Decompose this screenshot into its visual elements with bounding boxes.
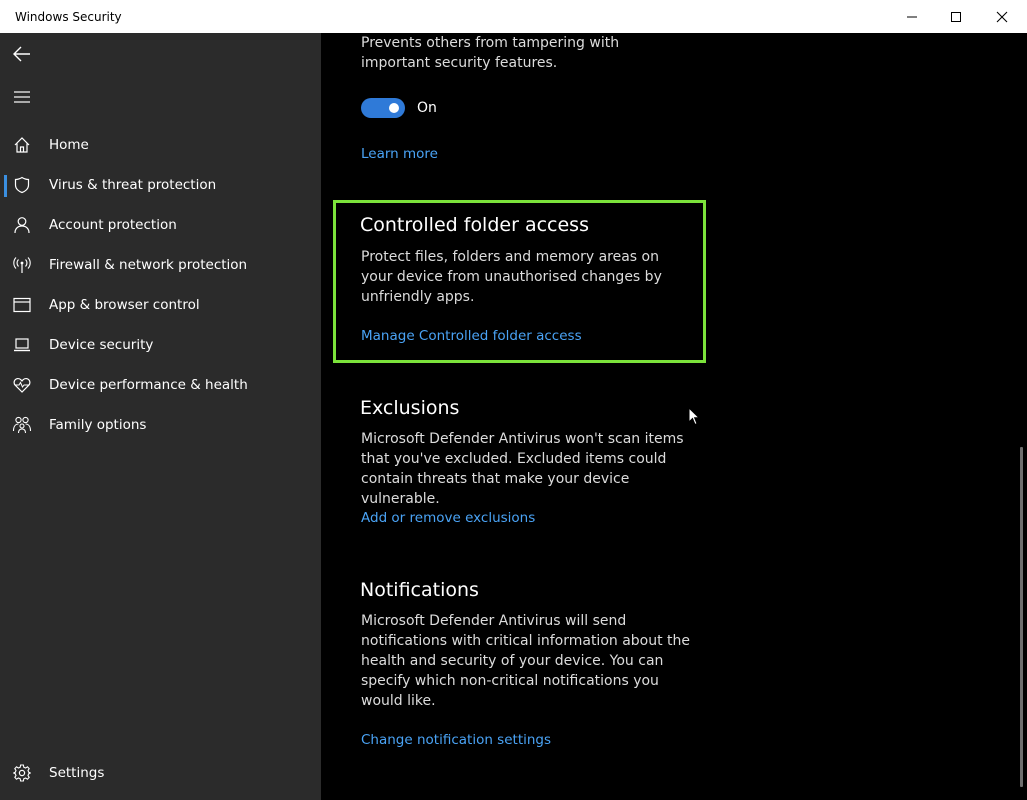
- sidebar-item-label: Home: [49, 137, 89, 153]
- browser-window-icon: [12, 295, 32, 315]
- sidebar-item-label: App & browser control: [49, 297, 200, 313]
- family-icon: [12, 415, 32, 435]
- sidebar-item-app-browser-control[interactable]: App & browser control: [0, 285, 321, 325]
- minimize-icon: [907, 16, 917, 17]
- change-notification-settings-link[interactable]: Change notification settings: [361, 732, 551, 748]
- controlled-folder-title: Controlled folder access: [360, 214, 589, 236]
- manage-controlled-folder-link[interactable]: Manage Controlled folder access: [361, 328, 582, 344]
- sidebar-item-label: Device security: [49, 337, 154, 353]
- close-button[interactable]: [979, 0, 1025, 33]
- maximize-button[interactable]: [933, 0, 979, 33]
- person-icon: [12, 215, 32, 235]
- notifications-description: Microsoft Defender Antivirus will send n…: [361, 613, 691, 709]
- sidebar-item-family-options[interactable]: Family options: [0, 405, 321, 445]
- sidebar-item-firewall-network-protection[interactable]: Firewall & network protection: [0, 245, 321, 285]
- toggle-state-label: On: [417, 100, 437, 116]
- tamper-protection-toggle[interactable]: [361, 98, 405, 118]
- sidebar-item-device-security[interactable]: Device security: [0, 325, 321, 365]
- toggle-knob: [389, 103, 399, 113]
- selection-indicator: [4, 175, 7, 197]
- mouse-cursor-icon: [688, 406, 701, 430]
- wireless-icon: [12, 255, 32, 275]
- hamburger-icon: [14, 91, 30, 103]
- sidebar-item-label: Family options: [49, 417, 147, 433]
- sidebar-item-virus-threat-protection[interactable]: Virus & threat protection: [0, 165, 321, 205]
- heart-pulse-icon: [12, 375, 32, 395]
- window-title: Windows Security: [15, 10, 122, 24]
- sidebar-item-label: Firewall & network protection: [49, 257, 248, 273]
- exclusions-description: Microsoft Defender Antivirus won't scan …: [361, 431, 684, 507]
- sidebar-item-label: Virus & threat protection: [49, 177, 217, 193]
- minimize-button[interactable]: [889, 0, 935, 33]
- maximize-icon: [951, 11, 961, 22]
- notifications-title: Notifications: [360, 579, 479, 601]
- scrollbar-thumb[interactable]: [1020, 447, 1023, 787]
- gear-icon: [12, 763, 32, 783]
- sidebar-item-label: Settings: [49, 765, 105, 781]
- shield-icon: [12, 175, 32, 195]
- title-bar: Windows Security: [0, 0, 1027, 33]
- sidebar-item-label: Account protection: [49, 217, 177, 233]
- sidebar-item-device-performance-health[interactable]: Device performance & health: [0, 365, 321, 405]
- learn-more-link[interactable]: Learn more: [361, 146, 438, 162]
- sidebar-item-home[interactable]: Home: [0, 125, 321, 165]
- controlled-folder-description: Protect files, folders and memory areas …: [361, 249, 662, 305]
- close-icon: [996, 11, 1008, 22]
- sidebar-item-settings[interactable]: Settings: [0, 753, 321, 793]
- laptop-icon: [12, 335, 32, 355]
- sidebar-item-label: Device performance & health: [49, 377, 248, 393]
- sidebar-item-account-protection[interactable]: Account protection: [0, 205, 321, 245]
- back-arrow-icon: [13, 46, 30, 62]
- home-icon: [12, 135, 32, 155]
- tamper-protection-description: Prevents others from tampering with impo…: [361, 35, 620, 71]
- hamburger-menu-button[interactable]: [9, 85, 35, 109]
- back-button[interactable]: [9, 41, 35, 67]
- add-remove-exclusions-link[interactable]: Add or remove exclusions: [361, 510, 535, 526]
- sidebar: Home Virus & threat protection Account p…: [0, 33, 321, 800]
- exclusions-title: Exclusions: [360, 397, 460, 419]
